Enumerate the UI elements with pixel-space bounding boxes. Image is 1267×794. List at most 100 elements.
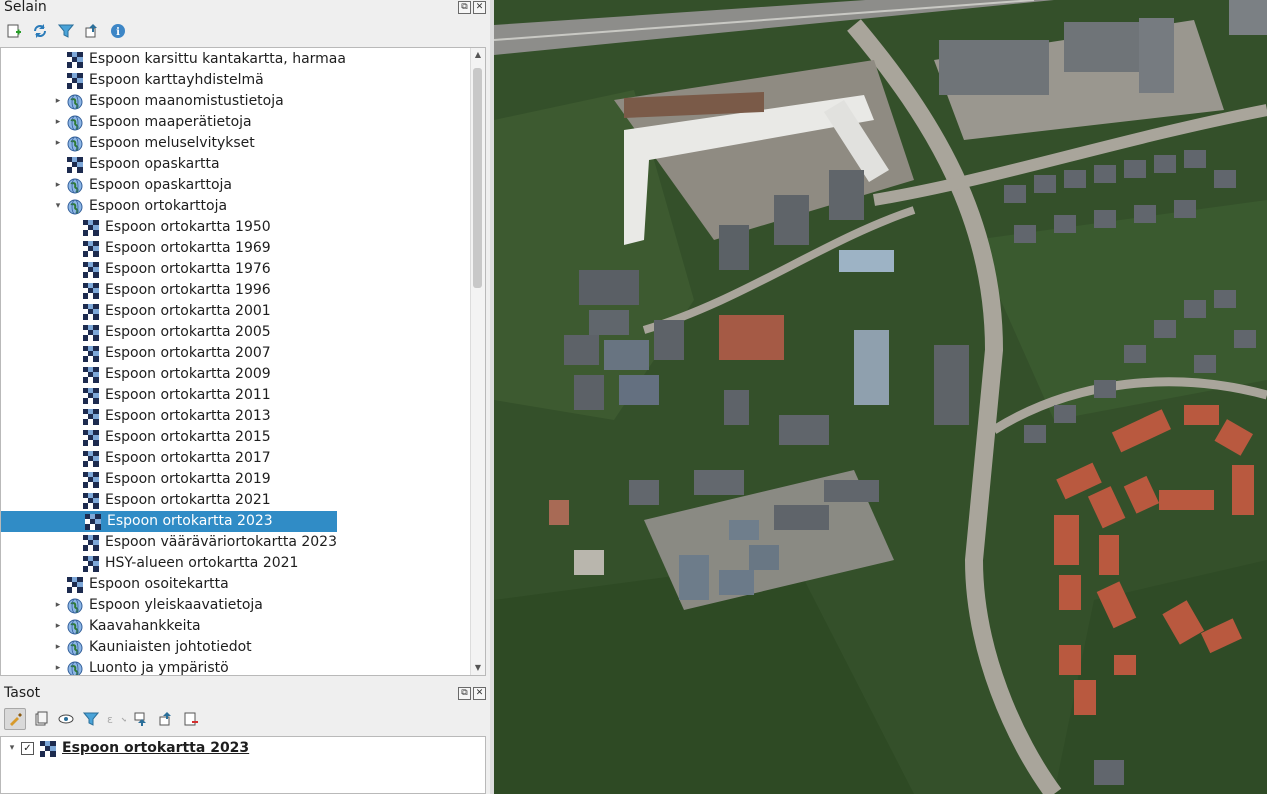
collapse-all-icon	[85, 24, 97, 38]
browser-scrollbar[interactable]: ▲ ▼	[470, 48, 485, 675]
eye-icon	[58, 714, 74, 724]
browser-layer-item[interactable]: Espoon ortokartta 2001	[69, 301, 271, 322]
browser-group-item[interactable]: ▸ Kaavahankkeita	[53, 616, 201, 637]
browser-group-item[interactable]: ▸ Espoon meluselvitykset	[53, 133, 255, 154]
browser-layer-item[interactable]: Espoon ortokartta 2023	[1, 511, 337, 532]
add-layer-button[interactable]	[4, 21, 24, 41]
browser-layer-item[interactable]: Espoon ortokartta 2007	[69, 343, 271, 364]
globe-icon	[67, 598, 83, 614]
raster-layer-icon	[67, 72, 83, 89]
properties-button[interactable]: i	[108, 21, 128, 41]
item-label: Espoon ortokartta 2005	[105, 324, 271, 340]
filter-icon	[58, 24, 74, 38]
browser-layer-item[interactable]: Espoon ortokartta 2009	[69, 364, 271, 385]
browser-layer-item[interactable]: Espoon karttayhdistelmä	[53, 70, 264, 91]
raster-layer-icon	[83, 450, 99, 467]
scroll-down-icon[interactable]: ▼	[471, 661, 485, 675]
refresh-icon	[34, 24, 46, 38]
browser-panel-title: Selain	[4, 0, 47, 15]
globe-icon	[67, 136, 83, 152]
raster-layer-icon	[83, 345, 99, 362]
collapse-all-button[interactable]	[82, 21, 102, 41]
chevron-right-icon[interactable]: ▸	[53, 117, 63, 128]
browser-layer-item[interactable]: Espoon osoitekartta	[53, 574, 229, 595]
browser-layer-item[interactable]: Espoon ortokartta 2013	[69, 406, 271, 427]
browser-group-item[interactable]: ▾ Espoon ortokarttoja	[53, 196, 227, 217]
browser-group-item[interactable]: ▸ Espoon maaperätietoja	[53, 112, 252, 133]
browser-layer-item[interactable]: Espoon ortokartta 1996	[69, 280, 271, 301]
item-label: Espoon ortokartta 2017	[105, 450, 271, 466]
float-icon[interactable]: ⧉	[458, 687, 471, 700]
item-label: Espoon osoitekartta	[89, 576, 229, 592]
scroll-up-icon[interactable]: ▲	[471, 48, 485, 62]
layer-label: Espoon ortokartta 2023	[62, 740, 250, 756]
raster-layer-icon	[67, 576, 83, 593]
browser-layer-item[interactable]: Espoon ortokartta 1950	[69, 217, 271, 238]
svg-text:ε: ε	[107, 713, 113, 726]
browser-layer-item[interactable]: Espoon ortokartta 2011	[69, 385, 271, 406]
raster-layer-icon	[83, 324, 99, 341]
float-icon[interactable]: ⧉	[458, 1, 471, 14]
item-label: Espoon vääräväriortokartta 2023	[105, 534, 337, 550]
browser-group-item[interactable]: ▸ Espoon opaskarttoja	[53, 175, 232, 196]
browser-group-item[interactable]: ▸ Luonto ja ympäristö	[53, 658, 229, 675]
browser-layer-item[interactable]: Espoon opaskartta	[53, 154, 220, 175]
browser-layer-item[interactable]: Espoon ortokartta 2021	[69, 490, 271, 511]
manage-visibility-button[interactable]	[56, 709, 76, 729]
style-layer-button[interactable]	[4, 708, 26, 730]
chevron-down-icon[interactable]: ▾	[53, 201, 63, 212]
browser-layer-item[interactable]: Espoon vääräväriortokartta 2023	[69, 532, 337, 553]
item-label: Espoon ortokartta 1969	[105, 240, 271, 256]
chevron-right-icon[interactable]: ▸	[53, 180, 63, 191]
browser-layer-item[interactable]: Espoon ortokartta 2017	[69, 448, 271, 469]
map-canvas[interactable]	[494, 0, 1267, 794]
layer-row[interactable]: ▾ ✓ Espoon ortokartta 2023	[7, 738, 249, 759]
collapse-all-icon	[159, 712, 171, 726]
remove-layer-icon	[184, 712, 198, 726]
browser-group-item[interactable]: ▸ Kauniaisten johtotiedot	[53, 637, 252, 658]
chevron-right-icon[interactable]: ▸	[53, 138, 63, 149]
layer-visibility-checkbox[interactable]: ✓	[21, 742, 34, 755]
scrollbar-thumb[interactable]	[473, 68, 482, 288]
browser-tree[interactable]: Espoon karsittu kantakartta, harmaa Espoo…	[0, 47, 486, 676]
layers-tree[interactable]: ▾ ✓ Espoon ortokartta 2023	[0, 736, 486, 794]
filter-button[interactable]	[56, 21, 76, 41]
paintbrush-icon	[10, 713, 22, 726]
raster-layer-icon	[83, 471, 99, 488]
browser-layer-item[interactable]: Espoon ortokartta 1976	[69, 259, 271, 280]
chevron-right-icon[interactable]: ▸	[53, 96, 63, 107]
browser-layer-item[interactable]: Espoon ortokartta 1969	[69, 238, 271, 259]
chevron-right-icon[interactable]: ▸	[53, 663, 63, 674]
chevron-right-icon[interactable]: ▸	[53, 621, 63, 632]
browser-layer-item[interactable]: HSY-alueen ortokartta 2021	[69, 553, 298, 574]
raster-layer-icon	[83, 534, 99, 551]
browser-group-item[interactable]: ▸ Espoon yleiskaavatietoja	[53, 595, 263, 616]
add-group-button[interactable]	[31, 709, 51, 729]
chevron-down-icon[interactable]: ▾	[7, 743, 17, 754]
collapse-all-button[interactable]	[156, 709, 176, 729]
orthophoto-map	[494, 0, 1267, 794]
chevron-right-icon[interactable]: ▸	[53, 642, 63, 653]
browser-group-item[interactable]: ▸ Espoon maanomistustietoja	[53, 91, 284, 112]
filter-legend-button[interactable]	[81, 709, 101, 729]
remove-layer-button[interactable]	[181, 709, 201, 729]
browser-layer-item[interactable]: Espoon ortokartta 2019	[69, 469, 271, 490]
chevron-right-icon[interactable]: ▸	[53, 600, 63, 611]
close-icon[interactable]: ✕	[473, 1, 486, 14]
browser-layer-item[interactable]: Espoon ortokartta 2005	[69, 322, 271, 343]
browser-layer-item[interactable]: Espoon ortokartta 2015	[69, 427, 271, 448]
expand-all-button[interactable]	[131, 709, 151, 729]
browser-layer-item[interactable]: Espoon karsittu kantakartta, harmaa	[53, 49, 346, 70]
refresh-button[interactable]	[30, 21, 50, 41]
close-icon[interactable]: ✕	[473, 687, 486, 700]
